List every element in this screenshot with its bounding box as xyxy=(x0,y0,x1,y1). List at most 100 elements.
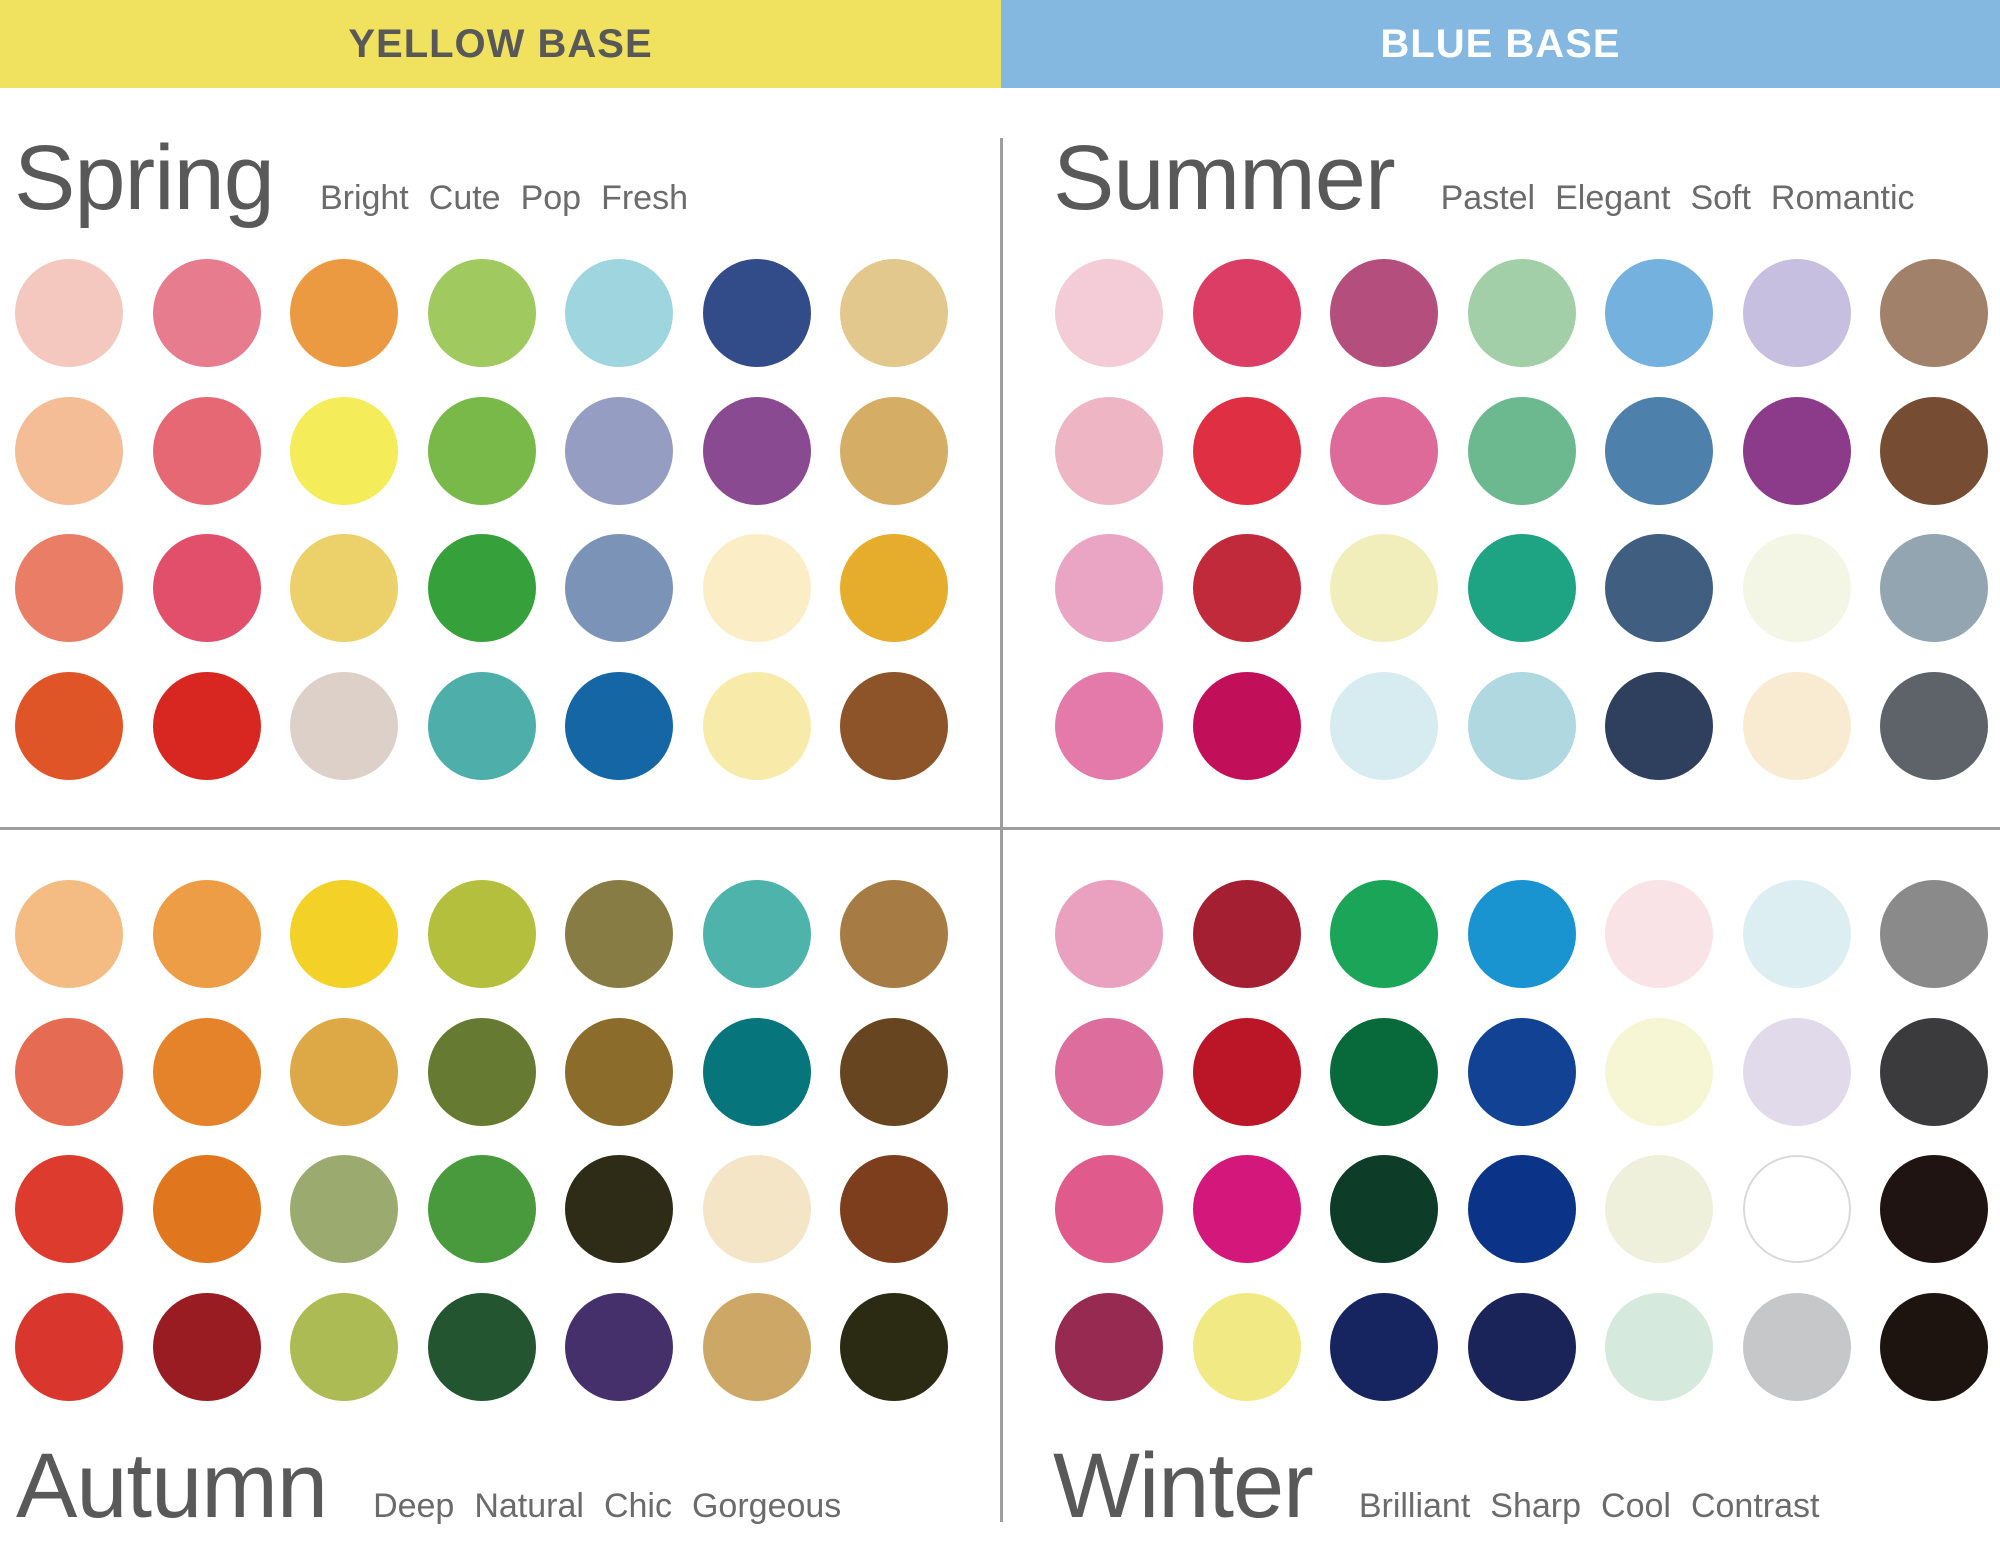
autumn-keyword: Chic xyxy=(603,1487,672,1525)
summer-color-swatch xyxy=(1743,259,1851,367)
autumn-keyword: Gorgeous xyxy=(691,1487,842,1525)
spring-color-swatch xyxy=(703,259,811,367)
winter-color-swatch xyxy=(1743,1293,1851,1401)
autumn-color-swatch xyxy=(15,1018,123,1126)
winter-keywords: Brilliant Sharp Cool Contrast xyxy=(1359,1487,1840,1526)
summer-color-swatch xyxy=(1193,534,1301,642)
summer-color-swatch xyxy=(1468,397,1576,505)
summer-color-swatch xyxy=(1193,397,1301,505)
autumn-color-swatch xyxy=(840,880,948,988)
autumn-color-swatch xyxy=(840,1293,948,1401)
spring-color-swatch xyxy=(565,534,673,642)
spring-color-swatch xyxy=(840,672,948,780)
spring-color-swatch xyxy=(15,672,123,780)
autumn-color-swatch xyxy=(565,1155,673,1263)
winter-color-swatch xyxy=(1193,1018,1301,1126)
winter-color-swatch xyxy=(1468,1293,1576,1401)
autumn-title: Autumn xyxy=(16,1435,328,1537)
autumn-color-swatch xyxy=(840,1155,948,1263)
summer-color-swatch xyxy=(1743,534,1851,642)
winter-color-swatch xyxy=(1880,1293,1988,1401)
autumn-color-swatch xyxy=(565,1293,673,1401)
spring-color-swatch xyxy=(290,259,398,367)
summer-color-swatch xyxy=(1193,672,1301,780)
summer-color-swatch xyxy=(1055,534,1163,642)
spring-color-swatch xyxy=(290,672,398,780)
winter-color-swatch xyxy=(1330,1155,1438,1263)
vertical-divider-bottom xyxy=(1000,830,1003,1522)
winter-color-swatch xyxy=(1468,1155,1576,1263)
summer-color-swatch xyxy=(1055,672,1163,780)
summer-color-swatch xyxy=(1880,534,1988,642)
summer-title: Summer xyxy=(1053,127,1396,229)
autumn-color-swatch xyxy=(153,1293,261,1401)
summer-color-swatch xyxy=(1880,397,1988,505)
yellow-base-header: YELLOW BASE xyxy=(0,0,1001,88)
spring-color-swatch xyxy=(428,397,536,505)
blue-base-label: BLUE BASE xyxy=(1380,21,1621,66)
spring-keyword: Pop xyxy=(520,179,582,217)
spring-title: Spring xyxy=(14,127,275,229)
winter-color-swatch xyxy=(1605,1155,1713,1263)
winter-color-swatch xyxy=(1880,1018,1988,1126)
winter-color-swatch xyxy=(1743,1018,1851,1126)
summer-color-swatch xyxy=(1605,397,1713,505)
autumn-color-swatch xyxy=(428,1155,536,1263)
spring-color-swatch xyxy=(565,259,673,367)
autumn-keyword: Natural xyxy=(474,1487,584,1525)
autumn-color-swatch xyxy=(153,1018,261,1126)
summer-keyword: Elegant xyxy=(1555,179,1671,217)
autumn-color-swatch xyxy=(290,1293,398,1401)
winter-color-swatch xyxy=(1743,1155,1851,1263)
summer-color-swatch xyxy=(1468,259,1576,367)
spring-keyword: Fresh xyxy=(601,179,689,217)
spring-color-swatch xyxy=(15,534,123,642)
winter-color-swatch xyxy=(1330,1293,1438,1401)
spring-color-swatch xyxy=(153,534,261,642)
spring-color-swatch xyxy=(15,259,123,367)
winter-keyword: Contrast xyxy=(1690,1487,1820,1525)
winter-color-swatch xyxy=(1468,1018,1576,1126)
autumn-color-swatch xyxy=(565,880,673,988)
spring-color-swatch xyxy=(428,534,536,642)
autumn-color-swatch xyxy=(565,1018,673,1126)
spring-color-swatch xyxy=(703,397,811,505)
spring-color-swatch xyxy=(15,397,123,505)
spring-keyword: Bright xyxy=(319,179,409,217)
summer-color-swatch xyxy=(1330,534,1438,642)
spring-color-swatch xyxy=(703,672,811,780)
winter-color-swatch xyxy=(1055,1293,1163,1401)
spring-heading: Spring Bright Cute Pop Fresh xyxy=(14,132,708,224)
spring-color-swatch xyxy=(290,534,398,642)
winter-heading: Winter Brilliant Sharp Cool Contrast xyxy=(1053,1440,1839,1532)
winter-keyword: Brilliant xyxy=(1358,1487,1471,1525)
winter-color-swatch xyxy=(1193,1155,1301,1263)
summer-color-swatch xyxy=(1330,672,1438,780)
spring-color-swatch xyxy=(153,672,261,780)
winter-color-swatch xyxy=(1605,1293,1713,1401)
winter-title: Winter xyxy=(1053,1435,1314,1537)
winter-keyword: Cool xyxy=(1601,1487,1671,1525)
autumn-color-swatch xyxy=(153,880,261,988)
spring-keyword: Cute xyxy=(428,179,501,217)
summer-color-swatch xyxy=(1330,259,1438,367)
summer-color-swatch xyxy=(1468,672,1576,780)
autumn-color-swatch xyxy=(15,880,123,988)
winter-color-swatch xyxy=(1605,880,1713,988)
summer-color-swatch xyxy=(1330,397,1438,505)
spring-color-swatch xyxy=(153,259,261,367)
summer-color-swatch xyxy=(1743,672,1851,780)
winter-color-swatch xyxy=(1605,1018,1713,1126)
autumn-color-swatch xyxy=(428,1293,536,1401)
spring-keywords: Bright Cute Pop Fresh xyxy=(320,179,708,218)
summer-keyword: Soft xyxy=(1690,179,1751,217)
winter-keyword: Sharp xyxy=(1490,1487,1582,1525)
winter-color-swatch xyxy=(1330,880,1438,988)
winter-color-swatch xyxy=(1193,1293,1301,1401)
autumn-heading: Autumn Deep Natural Chic Gorgeous xyxy=(16,1440,861,1532)
summer-color-swatch xyxy=(1605,534,1713,642)
autumn-color-swatch xyxy=(15,1293,123,1401)
spring-color-swatch xyxy=(703,534,811,642)
summer-color-swatch xyxy=(1880,672,1988,780)
spring-color-swatch xyxy=(840,397,948,505)
